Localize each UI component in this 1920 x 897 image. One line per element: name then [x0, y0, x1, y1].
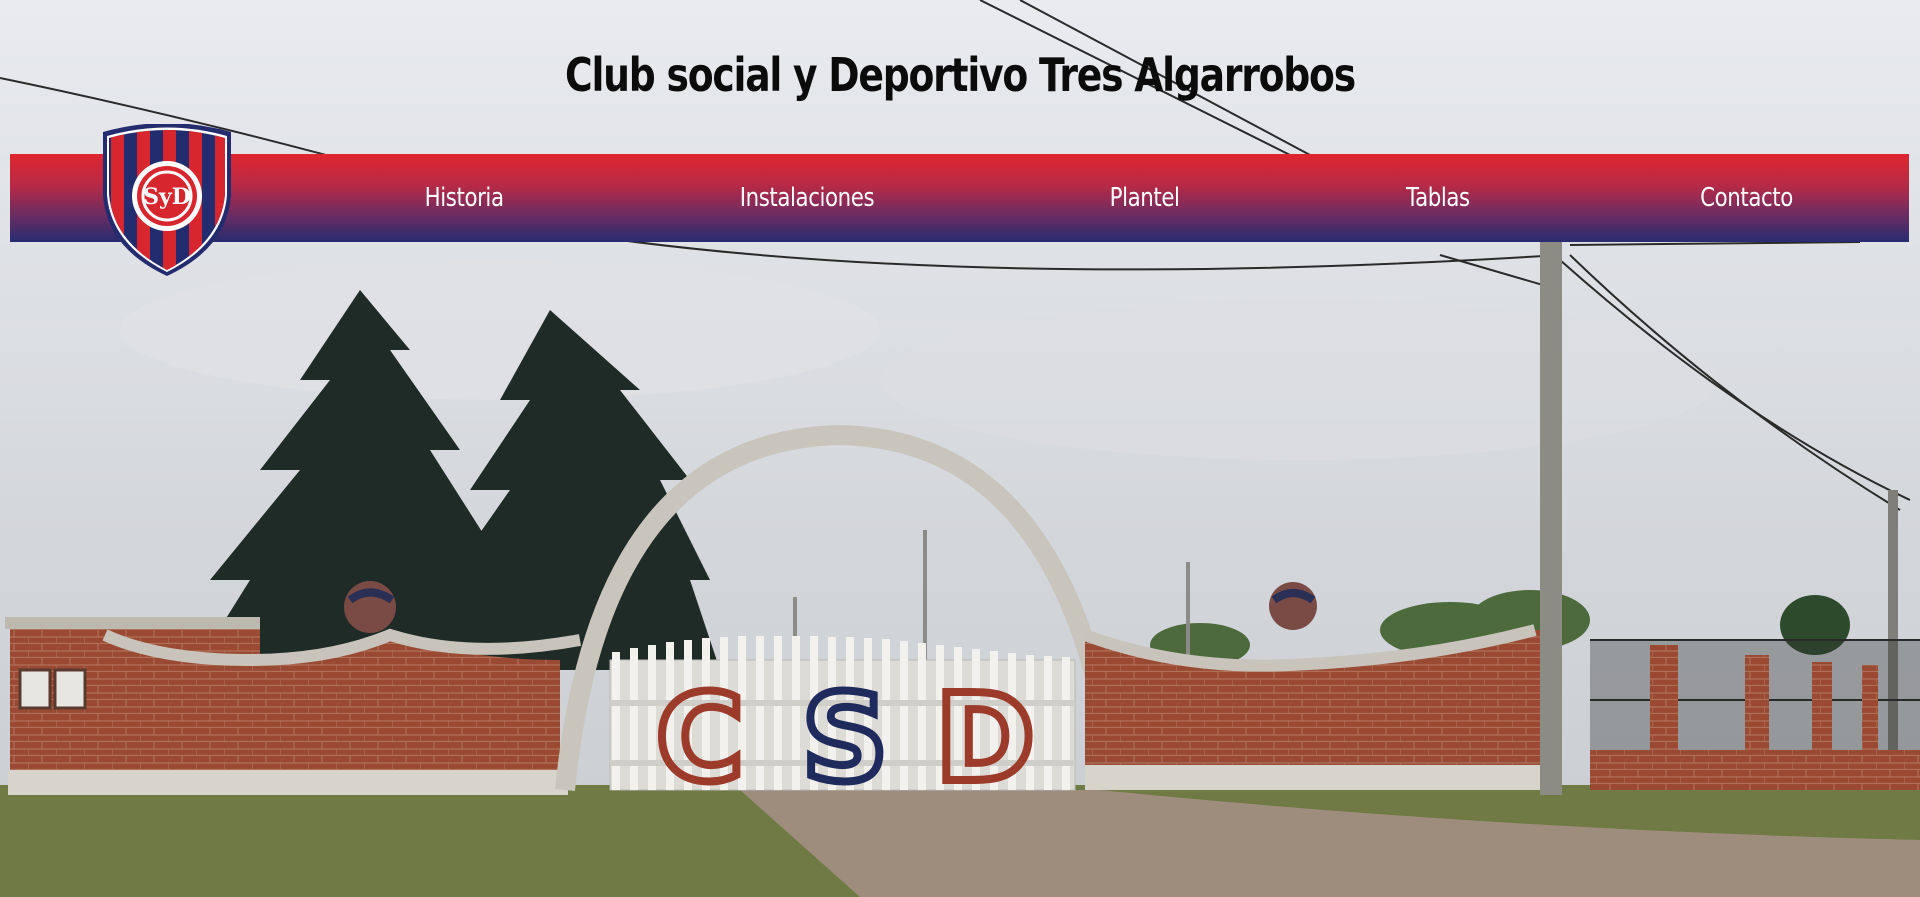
- nav-item-historia[interactable]: Historia: [415, 177, 514, 219]
- nav-item-instalaciones[interactable]: Instalaciones: [730, 177, 884, 219]
- club-crest-logo[interactable]: SyD: [97, 123, 237, 276]
- site-title: Club social y Deportivo Tres Algarrobos: [565, 48, 1356, 102]
- gate-letter-s: S: [802, 670, 888, 809]
- nav-item-tablas[interactable]: Tablas: [1396, 177, 1479, 219]
- utility-pole: [1540, 240, 1562, 795]
- gate-letter-d: D: [935, 670, 1035, 809]
- nav-item-plantel[interactable]: Plantel: [1099, 177, 1189, 219]
- iron-fence: [1590, 639, 1920, 790]
- gate-letter-c: C: [656, 670, 744, 809]
- gate: C S D: [609, 636, 1076, 813]
- nav-item-contacto[interactable]: Contacto: [1690, 177, 1802, 219]
- main-navigation: Historia Instalaciones Plantel Tablas Co…: [10, 154, 1909, 242]
- crest-monogram: SyD: [143, 184, 191, 210]
- nav-links: Historia Instalaciones Plantel Tablas Co…: [310, 154, 1909, 242]
- hero-image: C S D: [0, 0, 1920, 897]
